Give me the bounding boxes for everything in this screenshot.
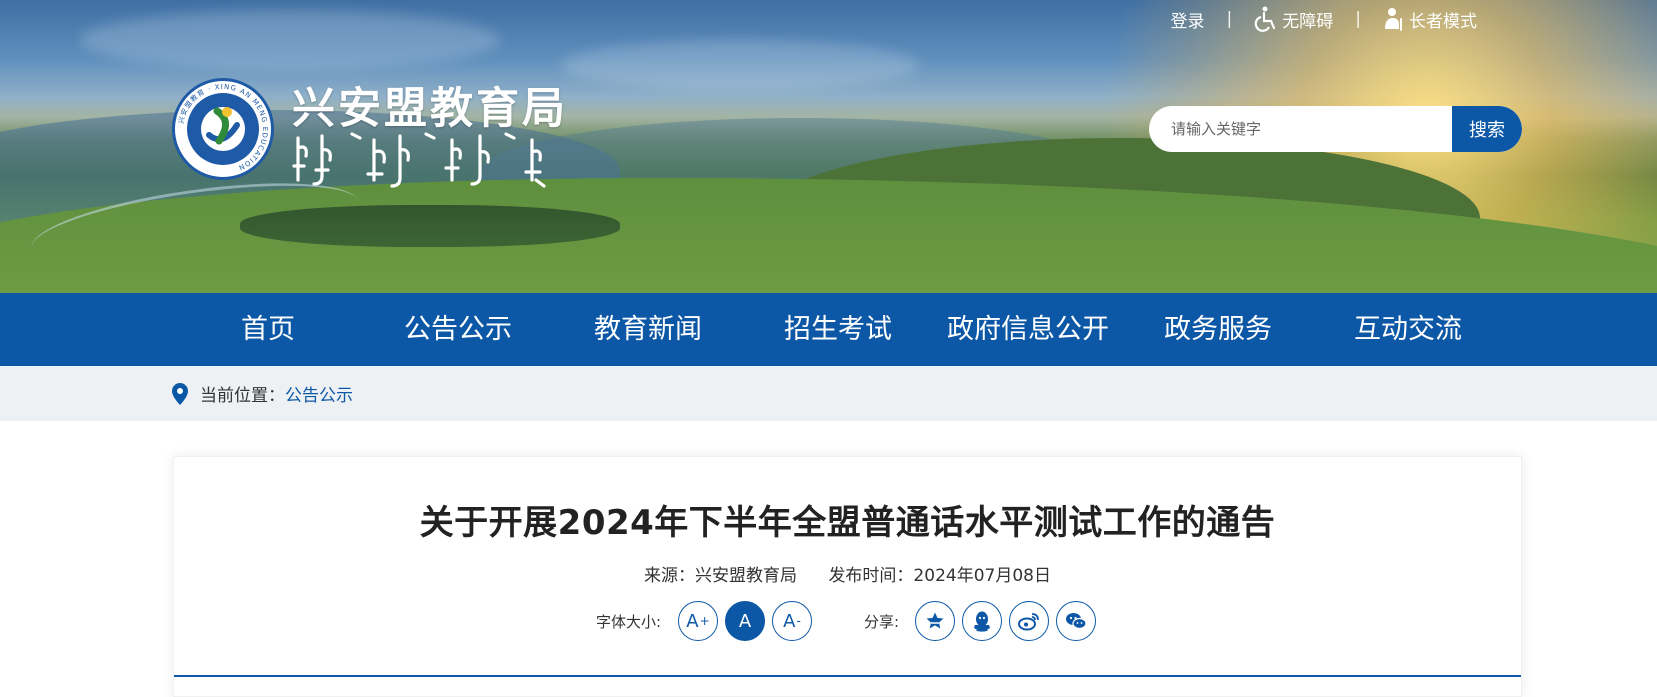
font-decrease-glyph: A: [783, 610, 796, 632]
article-card: 关于开展2024年下半年全盟普通话水平测试工作的通告 来源：兴安盟教育局 发布时…: [173, 456, 1522, 697]
font-normal-button[interactable]: A: [725, 601, 765, 641]
star-icon: [926, 612, 944, 629]
article-title: 关于开展2024年下半年全盟普通话水平测试工作的通告: [419, 503, 1276, 543]
site-logo[interactable]: 兴安盟教育 · XING AN MENG EDUCATION: [172, 78, 274, 180]
article-tools: 字体大小: A + A A- 分享:: [174, 601, 1521, 641]
search-button[interactable]: 搜索: [1452, 106, 1522, 152]
article-source: 来源：兴安盟教育局: [644, 566, 798, 586]
accessibility-label: 无障碍: [1282, 11, 1334, 32]
header-banner: 兴安盟教育 · XING AN MENG EDUCATION 兴安盟教育局 登录…: [0, 0, 1657, 293]
separator: |: [1355, 9, 1361, 29]
breadcrumb-bar: 当前位置： 公告公示: [0, 366, 1657, 421]
font-increase-glyph: A: [686, 610, 699, 632]
nav-item-education-news[interactable]: 教育新闻: [558, 293, 738, 366]
share-label: 分享:: [864, 613, 900, 631]
elder-icon: [1385, 8, 1402, 31]
share-weibo-button[interactable]: [1009, 601, 1049, 641]
font-increase-button[interactable]: A +: [678, 601, 718, 641]
breadcrumb-prefix: 当前位置：: [200, 386, 285, 406]
wheelchair-icon: [1254, 6, 1276, 32]
cloud: [560, 40, 920, 90]
minus-sign: -: [796, 614, 801, 628]
share-favorite-button[interactable]: [915, 601, 955, 641]
font-size-label: 字体大小:: [596, 613, 662, 631]
mongolian-title-graphic: [292, 132, 546, 188]
separator: |: [1226, 9, 1233, 29]
font-normal-glyph: A: [738, 610, 752, 632]
nav-item-gov-info[interactable]: 政府信息公开: [938, 293, 1118, 366]
breadcrumb: 当前位置： 公告公示: [172, 366, 353, 421]
share-wechat-button[interactable]: [1056, 601, 1096, 641]
plus-sign: +: [699, 614, 710, 628]
elder-mode-link[interactable]: 长者模式: [1383, 7, 1477, 32]
share-qq-button[interactable]: [962, 601, 1002, 641]
nav-item-home[interactable]: 首页: [178, 293, 358, 366]
article-publish-time: 发布时间：2024年07月08日: [828, 566, 1051, 586]
nav-item-admissions[interactable]: 招生考试: [748, 293, 928, 366]
font-decrease-button[interactable]: A-: [772, 601, 812, 641]
nav-item-announcements[interactable]: 公告公示: [368, 293, 548, 366]
weibo-icon: [1018, 613, 1039, 631]
qq-icon: [974, 611, 990, 632]
logo-ring: 兴安盟教育 · XING AN MENG EDUCATION: [176, 83, 269, 175]
wechat-icon: [1066, 613, 1087, 630]
main-nav: 首页 公告公示 教育新闻 招生考试 政府信息公开 政务服务 互动交流: [0, 293, 1657, 366]
nav-item-gov-services[interactable]: 政务服务: [1128, 293, 1308, 366]
accessibility-link[interactable]: 无障碍: [1254, 6, 1333, 32]
nav-item-interaction[interactable]: 互动交流: [1318, 293, 1498, 366]
login-link[interactable]: 登录: [1171, 7, 1205, 32]
cloud: [80, 10, 500, 70]
breadcrumb-current[interactable]: 公告公示: [285, 381, 353, 406]
elder-mode-label: 长者模式: [1409, 11, 1477, 32]
location-pin-icon: [172, 382, 188, 405]
search-input[interactable]: [1149, 106, 1452, 152]
search-box: 搜索: [1149, 106, 1522, 152]
title-divider: [174, 675, 1521, 677]
tree-line: [240, 205, 620, 247]
site-title: 兴安盟教育局: [292, 84, 568, 134]
article-meta: 来源：兴安盟教育局 发布时间：2024年07月08日: [174, 561, 1521, 586]
top-links: 登录 | 无障碍 | 长者模式: [1171, 6, 1477, 32]
